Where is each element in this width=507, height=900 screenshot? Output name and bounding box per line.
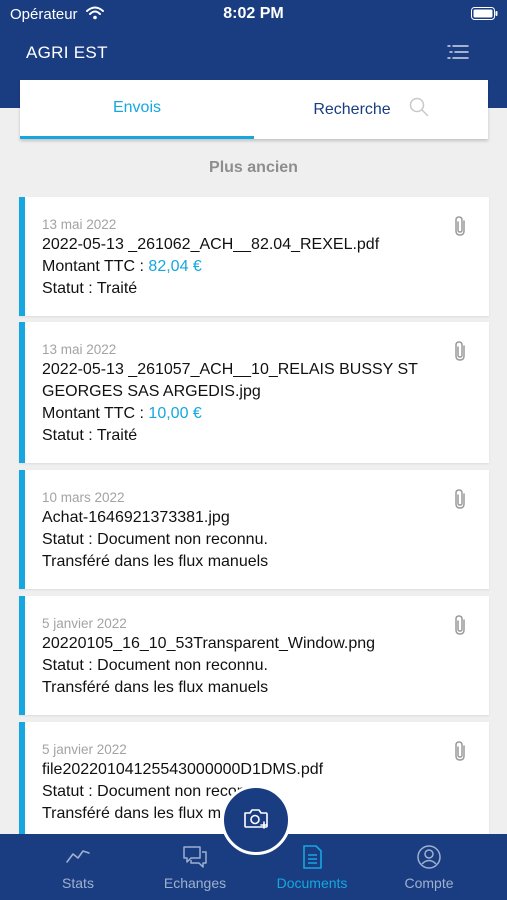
document-note: Transféré dans les flux manuels bbox=[42, 553, 269, 570]
amount-value: 82,04 € bbox=[148, 258, 202, 275]
document-card[interactable]: 5 janvier 2022 20220105_16_10_53Transpar… bbox=[19, 596, 489, 715]
paperclip-icon[interactable] bbox=[453, 340, 467, 367]
document-note: Transféré dans les flux manuels bbox=[42, 679, 269, 696]
search-icon bbox=[409, 97, 429, 122]
tab-switcher: Envois Recherche bbox=[20, 80, 488, 139]
document-status: Statut : Document non reconnu. bbox=[42, 657, 268, 674]
camera-upload-button[interactable] bbox=[221, 785, 291, 855]
tab-envois-label: Envois bbox=[112, 99, 162, 116]
nav-documents-label: Documents bbox=[276, 875, 348, 891]
document-date: 13 mai 2022 bbox=[42, 217, 117, 232]
nav-compte[interactable]: Compte bbox=[369, 834, 489, 900]
document-filename: file20220104125543000000D1DMS.pdf bbox=[42, 761, 324, 778]
status-bar: Opérateur 8:02 PM bbox=[0, 0, 507, 30]
menu-icon[interactable] bbox=[447, 44, 469, 65]
stats-icon bbox=[18, 844, 138, 868]
document-card[interactable]: 13 mai 2022 2022-05-13 _261062_ACH__82.0… bbox=[19, 197, 489, 316]
document-filename: Achat-1646921373381.jpg bbox=[42, 509, 230, 526]
document-filename: 2022-05-13 _261057_ACH__10_RELAIS BUSSY … bbox=[42, 361, 418, 400]
document-date: 10 mars 2022 bbox=[42, 490, 125, 505]
document-date: 5 janvier 2022 bbox=[42, 616, 127, 631]
nav-stats[interactable]: Stats bbox=[18, 834, 138, 900]
account-icon bbox=[369, 844, 489, 870]
amount-value: 10,00 € bbox=[148, 405, 202, 422]
document-status: Statut : Traité bbox=[42, 427, 138, 444]
nav-compte-label: Compte bbox=[404, 875, 454, 891]
camera-icon bbox=[242, 806, 270, 835]
nav-stats-label: Stats bbox=[62, 875, 94, 891]
battery-icon bbox=[471, 7, 498, 24]
document-status: Statut : Document non reconnu. bbox=[42, 531, 268, 548]
tab-envois[interactable]: Envois bbox=[20, 80, 254, 139]
paperclip-icon[interactable] bbox=[453, 614, 467, 641]
document-filename: 2022-05-13 _261062_ACH__82.04_REXEL.pdf bbox=[42, 236, 380, 253]
paperclip-icon[interactable] bbox=[453, 215, 467, 242]
document-amount-line: Montant TTC : 82,04 € bbox=[42, 256, 202, 278]
status-time: 8:02 PM bbox=[223, 5, 284, 22]
sort-order-label: Plus ancien bbox=[209, 159, 298, 176]
document-date: 13 mai 2022 bbox=[42, 342, 117, 357]
amount-label: Montant TTC : bbox=[42, 405, 144, 422]
paperclip-icon[interactable] bbox=[453, 488, 467, 515]
document-status: Statut : Traité bbox=[42, 280, 138, 297]
tab-recherche[interactable]: Recherche bbox=[254, 80, 488, 139]
document-card[interactable]: 10 mars 2022 Achat-1646921373381.jpg Sta… bbox=[19, 470, 489, 589]
tab-recherche-label: Recherche bbox=[313, 100, 391, 118]
amount-label: Montant TTC : bbox=[42, 258, 144, 275]
document-amount-line: Montant TTC : 10,00 € bbox=[42, 403, 202, 425]
document-card[interactable]: 13 mai 2022 2022-05-13 _261057_ACH__10_R… bbox=[19, 322, 489, 463]
document-date: 5 janvier 2022 bbox=[42, 742, 127, 757]
document-filename: 20220105_16_10_53Transparent_Window.png bbox=[42, 635, 376, 652]
app-title: AGRI EST bbox=[26, 43, 108, 62]
nav-echanges-label: Echanges bbox=[163, 875, 227, 891]
paperclip-icon[interactable] bbox=[453, 740, 467, 767]
